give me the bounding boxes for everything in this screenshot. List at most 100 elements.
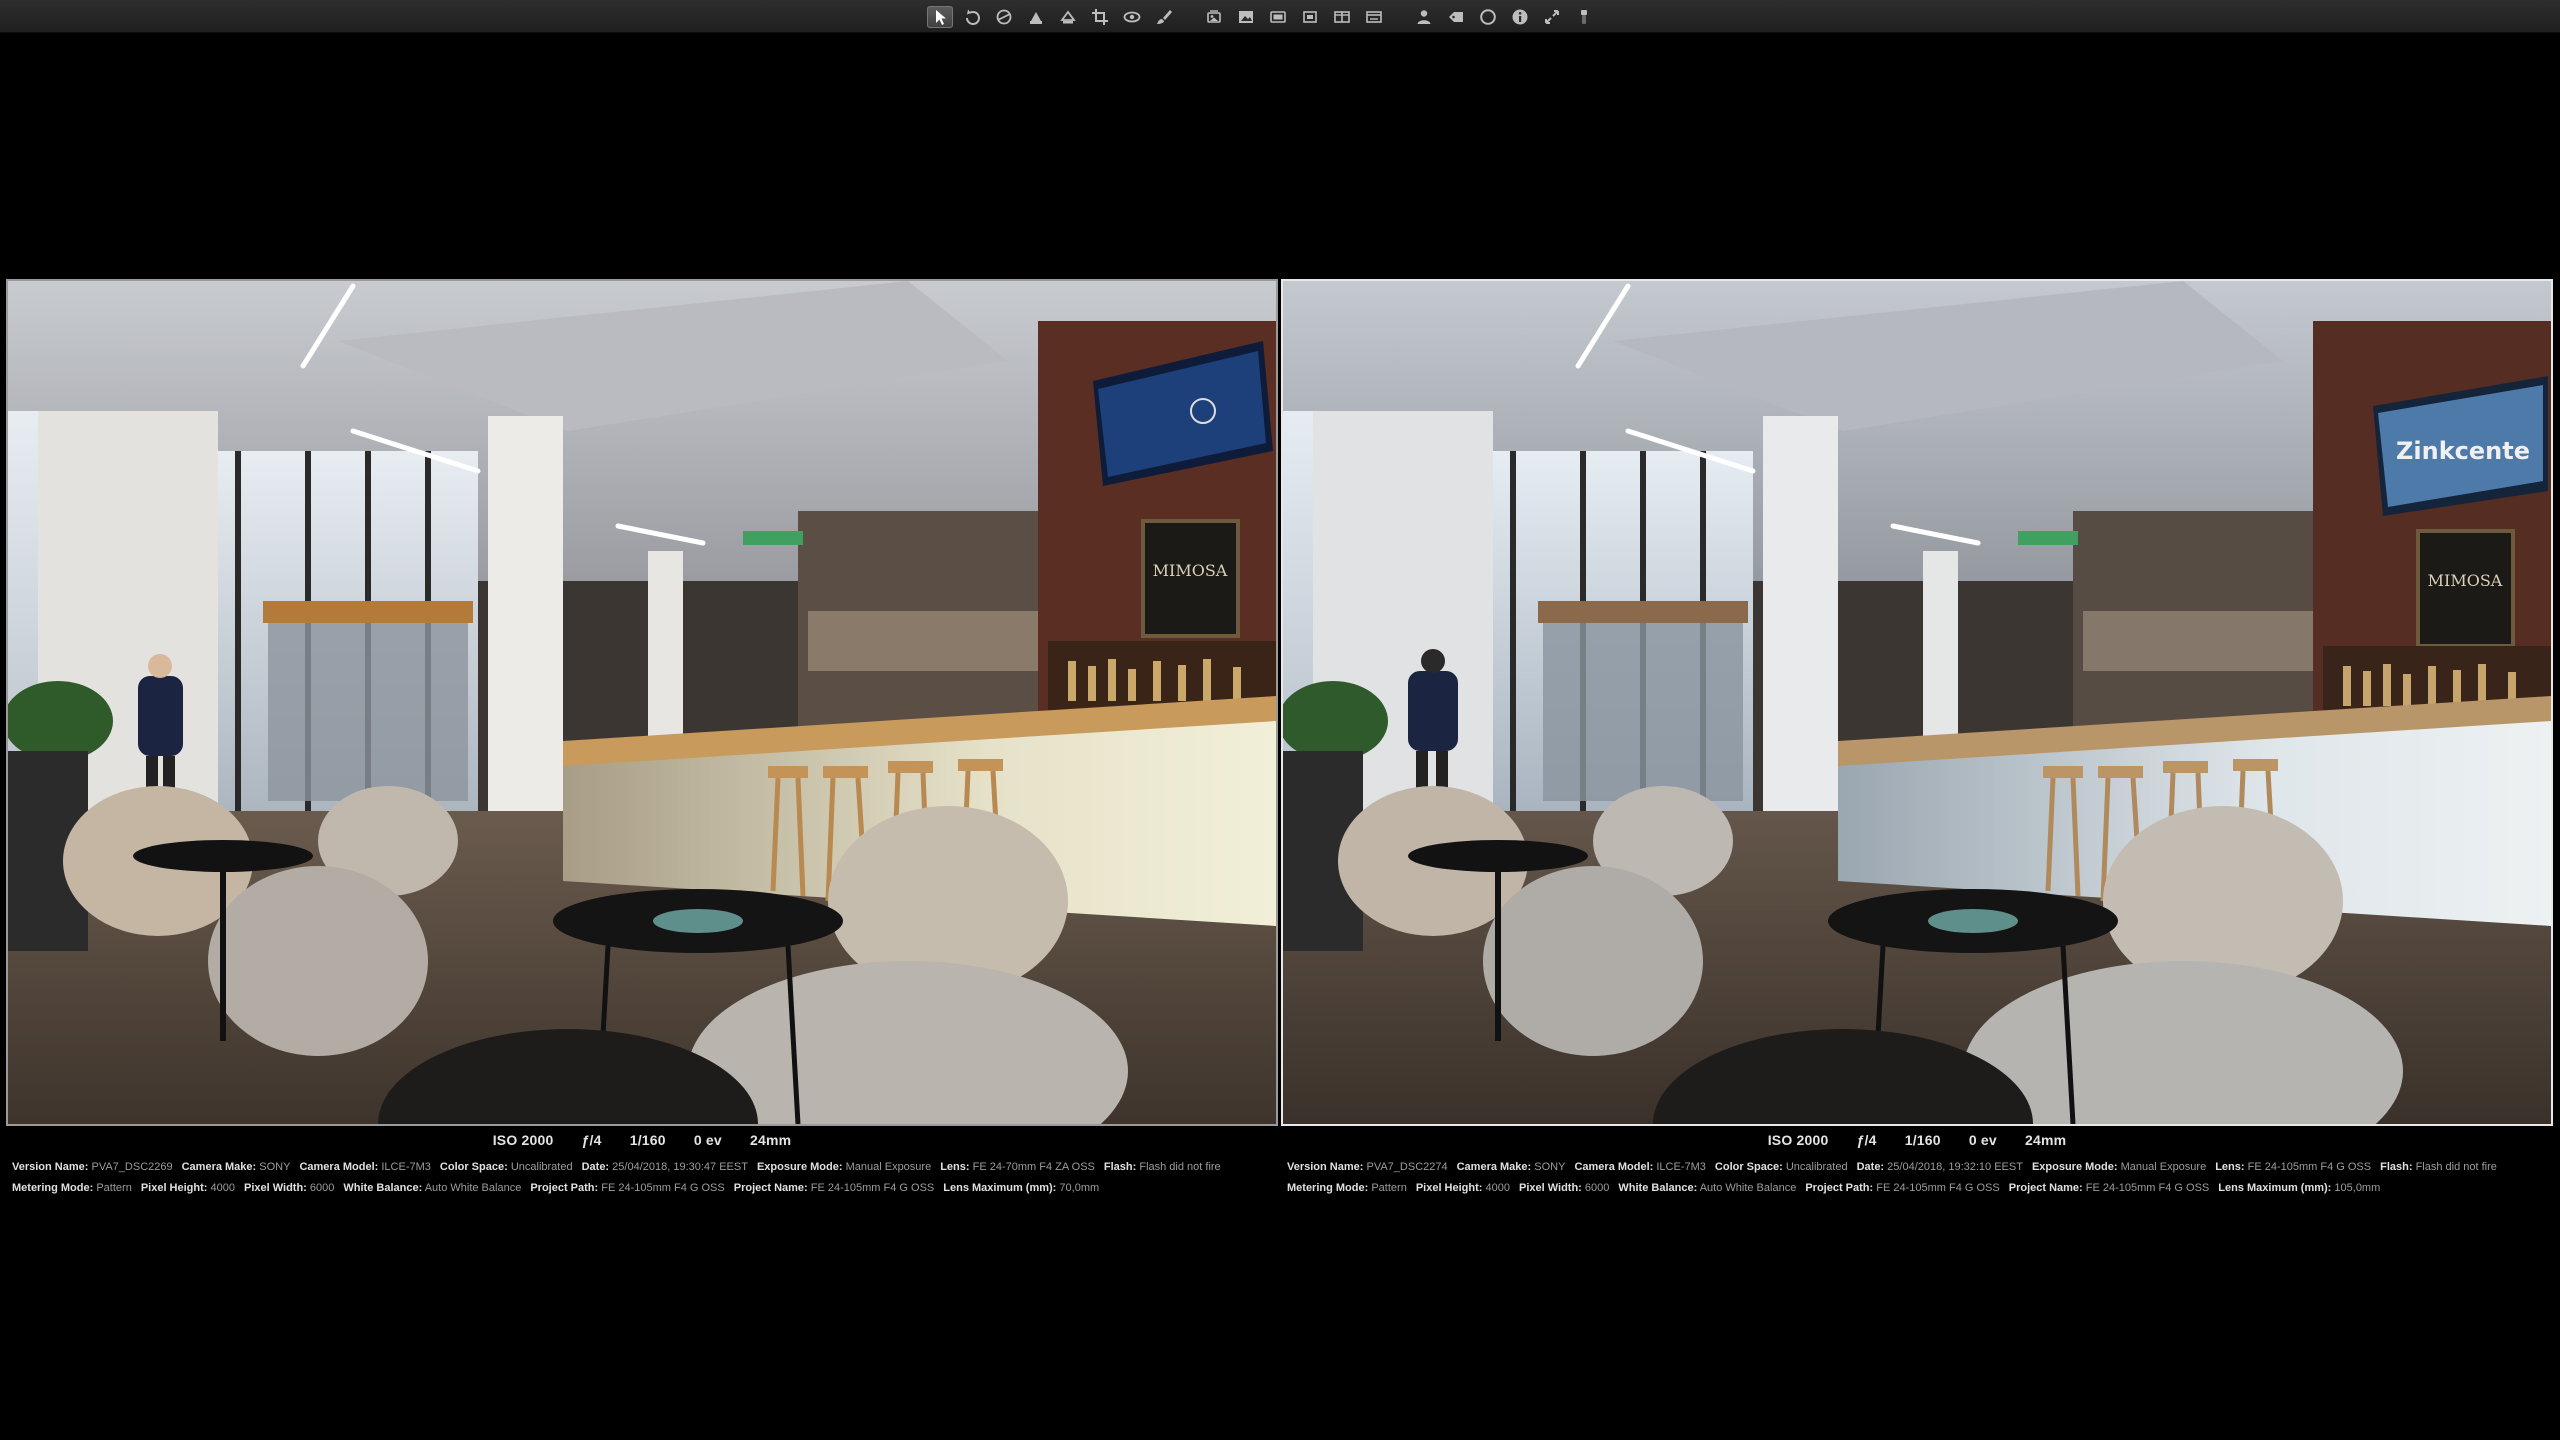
- flip-tool-button[interactable]: [1055, 6, 1081, 28]
- svg-text:MIMOSA: MIMOSA: [1153, 561, 1228, 580]
- exposure-summary-right: ISO 2000 ƒ/4 1/160 0 ev 24mm: [1281, 1132, 2553, 1150]
- straighten-tool-button[interactable]: [991, 6, 1017, 28]
- pointer-icon: [936, 9, 946, 25]
- metadata-label: Pixel Height:: [1415, 1182, 1483, 1194]
- metadata-label: White Balance:: [343, 1182, 423, 1194]
- split-view-icon: [1334, 10, 1350, 23]
- viewer-mode-tool-button[interactable]: [1233, 6, 1259, 28]
- red-eye-tool-button[interactable]: [1119, 6, 1145, 28]
- metadata-item: Camera Make: SONY: [1457, 1161, 1566, 1173]
- metadata-item: Camera Model: ILCE-7M3: [299, 1161, 430, 1173]
- metadata-item: Exposure Mode: Manual Exposure: [2032, 1161, 2206, 1173]
- iso-value: ISO 2000: [1767, 1132, 1829, 1148]
- brush-icon: [1157, 9, 1172, 24]
- metadata-item: White Balance: Auto White Balance: [1618, 1182, 1796, 1194]
- loupe-mode-icon: [1303, 10, 1317, 23]
- compare-tool-button[interactable]: [1265, 6, 1291, 28]
- info-icon: [1512, 9, 1528, 24]
- ev-value: 0 ev: [1968, 1132, 1997, 1148]
- loupe-mode-tool-button[interactable]: [1297, 6, 1323, 28]
- metadata-label: Flash:: [1103, 1161, 1137, 1173]
- usb-icon: [1581, 9, 1587, 24]
- usb-tool-button[interactable]: [1571, 6, 1597, 28]
- metadata-value: 70,0mm: [1059, 1182, 1100, 1194]
- metadata-label: Camera Make:: [181, 1161, 257, 1173]
- flip-icon: [1060, 10, 1076, 23]
- photo-left[interactable]: MIMOSA: [6, 279, 1278, 1126]
- metadata-label: Camera Make:: [1456, 1161, 1532, 1173]
- metadata-item: Exposure Mode: Manual Exposure: [757, 1161, 931, 1173]
- shutter-value: 1/160: [629, 1132, 666, 1148]
- stack-tool-button[interactable]: [1201, 6, 1227, 28]
- brush-tool-button[interactable]: [1151, 6, 1177, 28]
- metadata-value: SONY: [1534, 1161, 1566, 1173]
- loupe-tool-button[interactable]: [1475, 6, 1501, 28]
- metadata-row: Metering Mode: Pattern Pixel Height: 4000…: [1287, 1178, 2553, 1199]
- browser-mode-tool-button[interactable]: [1361, 6, 1387, 28]
- metadata-item: Project Name: FE 24-105mm F4 G OSS: [2009, 1182, 2210, 1194]
- metadata-label: Project Path:: [1805, 1182, 1874, 1194]
- metadata-value: Flash did not fire: [2415, 1161, 2497, 1173]
- stack-icon: [1207, 9, 1221, 23]
- lift-stamp-tool-button[interactable]: [1023, 6, 1049, 28]
- metadata-value: PVA7_DSC2269: [91, 1161, 173, 1173]
- metadata-value: Uncalibrated: [1785, 1161, 1848, 1173]
- metadata-label: Pixel Width:: [1518, 1182, 1582, 1194]
- metadata-value: Auto White Balance: [424, 1182, 522, 1194]
- metadata-item: White Balance: Auto White Balance: [343, 1182, 521, 1194]
- straighten-icon: [996, 9, 1012, 24]
- metadata-item: Lens Maximum (mm): 105,0mm: [2218, 1182, 2380, 1194]
- metadata-label: Lens Maximum (mm):: [2218, 1182, 2332, 1194]
- metadata-right: Version Name: PVA7_DSC2274 Camera Make: S…: [1281, 1157, 2553, 1199]
- photo-cafe-interior-right: Zinkcente MIMOSA: [1283, 281, 2551, 1124]
- focal-value: 24mm: [2025, 1132, 2067, 1148]
- person-tool-button[interactable]: [1411, 6, 1437, 28]
- person-icon: [1417, 9, 1431, 24]
- metadata-value: 4000: [210, 1182, 235, 1194]
- photo-right[interactable]: Zinkcente MIMOSA: [1281, 279, 2553, 1126]
- full-screen-icon: [1545, 9, 1559, 24]
- metadata-label: Pixel Height:: [140, 1182, 208, 1194]
- metadata-value: 25/04/2018, 19:32:10 EEST: [1887, 1161, 2023, 1173]
- metadata-value: FE 24-105mm F4 G OSS: [601, 1182, 725, 1194]
- metadata-label: Project Name:: [2008, 1182, 2083, 1194]
- exposure-summary-left: ISO 2000 ƒ/4 1/160 0 ev 24mm: [6, 1132, 1278, 1150]
- metadata-label: Version Name:: [1287, 1161, 1364, 1173]
- compare-icon: [1270, 10, 1286, 23]
- metadata-item: Lens: FE 24-70mm F4 ZA OSS: [940, 1161, 1095, 1173]
- metadata-item: Date: 25/04/2018, 19:32:10 EEST: [1857, 1161, 2023, 1173]
- metadata-value: Pattern: [96, 1182, 132, 1194]
- metadata-item: Version Name: PVA7_DSC2274: [1287, 1161, 1448, 1173]
- metadata-item: Flash: Flash did not fire: [2380, 1161, 2497, 1173]
- rotate-tool-button[interactable]: [959, 6, 985, 28]
- metadata-item: Version Name: PVA7_DSC2269: [12, 1161, 173, 1173]
- metadata-value: ILCE-7M3: [381, 1161, 431, 1173]
- pointer-tool-button[interactable]: [927, 5, 953, 28]
- tag-icon: [1449, 11, 1463, 22]
- metadata-row: Version Name: PVA7_DSC2269 Camera Make: S…: [12, 1157, 1278, 1178]
- metadata-label: Color Space:: [1714, 1161, 1783, 1173]
- metadata-label: Lens:: [2215, 1161, 2245, 1173]
- metadata-label: Date:: [1856, 1161, 1885, 1173]
- metadata-label: Date:: [581, 1161, 610, 1173]
- metadata-value: 4000: [1485, 1182, 1510, 1194]
- metadata-item: Color Space: Uncalibrated: [1715, 1161, 1848, 1173]
- info-tool-button[interactable]: [1507, 6, 1533, 28]
- metadata-value: Manual Exposure: [845, 1161, 932, 1173]
- metadata-item: Pixel Width: 6000: [1519, 1182, 1609, 1194]
- tag-tool-button[interactable]: [1443, 6, 1469, 28]
- split-view-tool-button[interactable]: [1329, 6, 1355, 28]
- metadata-value: Flash did not fire: [1139, 1161, 1221, 1173]
- metadata-value: FE 24-105mm F4 G OSS: [2085, 1182, 2210, 1194]
- metadata-row: Metering Mode: Pattern Pixel Height: 4000…: [12, 1178, 1278, 1199]
- full-screen-tool-button[interactable]: [1539, 6, 1565, 28]
- metadata-item: Metering Mode: Pattern: [1287, 1182, 1407, 1194]
- compare-image-right[interactable]: Zinkcente MIMOSA ISO 2000 ƒ/4 1/160 0 ev…: [1281, 279, 2553, 1199]
- compare-image-left[interactable]: MIMOSA ISO 2000 ƒ/4 1/160 0 ev 24mm Vers…: [6, 279, 1278, 1199]
- focal-value: 24mm: [750, 1132, 792, 1148]
- crop-tool-button[interactable]: [1087, 6, 1113, 28]
- metadata-value: PVA7_DSC2274: [1366, 1161, 1448, 1173]
- metadata-value: 6000: [309, 1182, 335, 1194]
- metadata-item: Camera Make: SONY: [182, 1161, 291, 1173]
- metadata-item: Lens: FE 24-105mm F4 G OSS: [2215, 1161, 2371, 1173]
